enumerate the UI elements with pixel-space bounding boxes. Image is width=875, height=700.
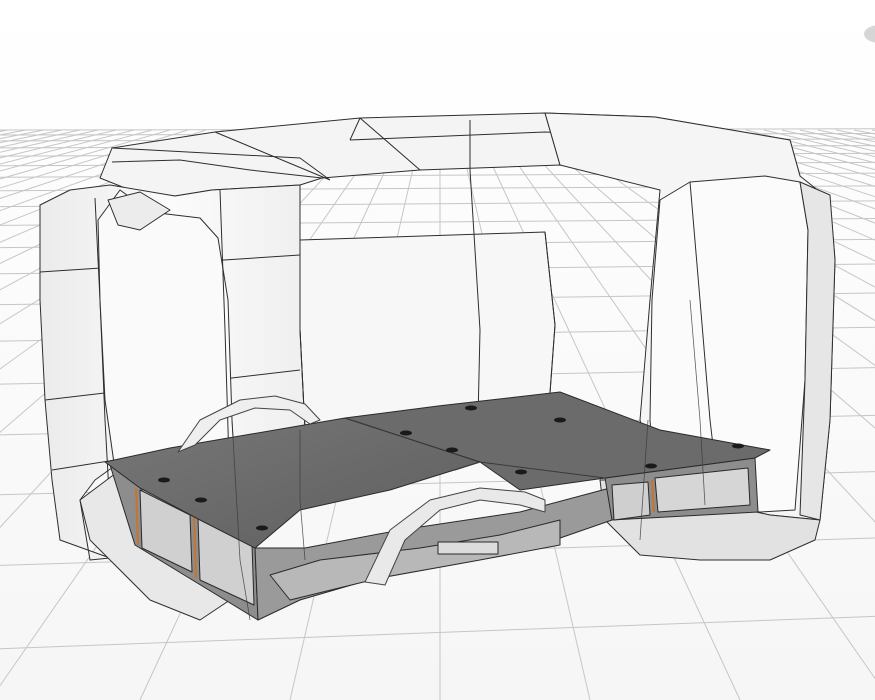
drawer-front-d xyxy=(611,481,651,521)
model-canvas[interactable] xyxy=(0,0,875,700)
3d-viewport[interactable] xyxy=(0,0,875,700)
